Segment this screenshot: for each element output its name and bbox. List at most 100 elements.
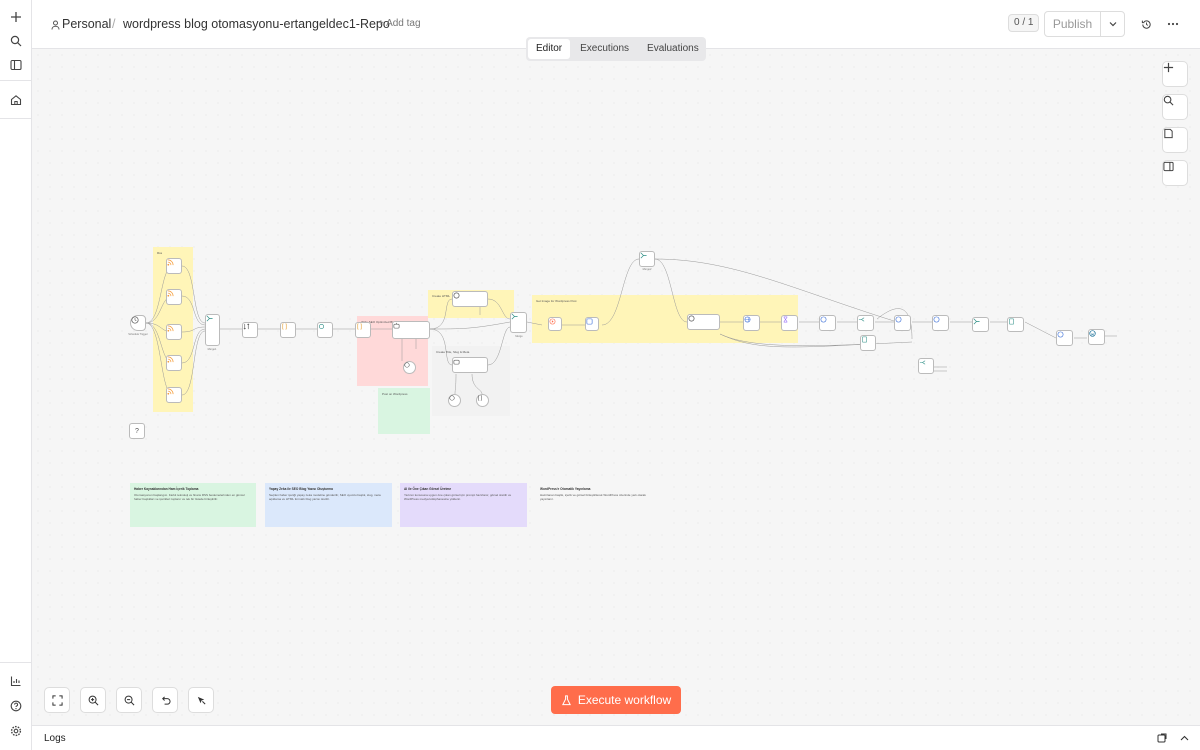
view-tabs: Editor Executions Evaluations bbox=[526, 37, 706, 61]
node-create-title[interactable] bbox=[452, 357, 488, 373]
openai-icon bbox=[688, 315, 695, 322]
node-chat-model[interactable] bbox=[403, 361, 416, 374]
settings-gear-icon[interactable] bbox=[6, 721, 26, 741]
add-icon[interactable] bbox=[6, 7, 26, 27]
note-ai-writing[interactable]: Yapay Zeka ile SEO Blog Yazısı Oluşturma… bbox=[265, 483, 392, 527]
openai-icon bbox=[453, 292, 460, 299]
note-sources-body: Otomasyonun başlangıcı. Farklı teknoloji… bbox=[134, 493, 245, 501]
zoom-out-icon bbox=[124, 695, 134, 705]
node-rss-4[interactable] bbox=[166, 355, 182, 371]
node-build-payload[interactable] bbox=[1007, 317, 1024, 332]
insights-chart-icon[interactable] bbox=[6, 671, 26, 691]
add-node-button[interactable] bbox=[1162, 61, 1188, 87]
node-download-image[interactable] bbox=[894, 315, 911, 331]
globe-icon bbox=[933, 316, 940, 323]
node-sticky-help[interactable]: ? bbox=[129, 423, 145, 439]
panel-icon bbox=[1163, 161, 1174, 172]
tab-editor[interactable]: Editor bbox=[528, 39, 571, 59]
node-schedule-trigger[interactable] bbox=[130, 315, 146, 331]
undo-button[interactable] bbox=[152, 687, 178, 713]
node-create-html[interactable] bbox=[452, 291, 488, 307]
node-output-parser[interactable] bbox=[476, 394, 489, 407]
rss-icon bbox=[167, 388, 174, 395]
node-set-featured-image[interactable] bbox=[1056, 330, 1073, 346]
code-icon bbox=[586, 318, 593, 325]
publish-button[interactable]: Publish bbox=[1045, 12, 1101, 36]
tidy-up-button[interactable] bbox=[188, 687, 214, 713]
publish-dropdown-chevron-icon[interactable] bbox=[1101, 12, 1124, 36]
node-merge-final[interactable] bbox=[972, 317, 989, 332]
node-sort[interactable] bbox=[242, 322, 258, 338]
user-icon bbox=[51, 20, 60, 30]
node-merge1[interactable] bbox=[205, 314, 220, 346]
node-rss-2[interactable] bbox=[166, 289, 182, 305]
node-code-image[interactable] bbox=[585, 317, 599, 331]
globe-icon bbox=[1057, 331, 1064, 338]
node-rss-1[interactable] bbox=[166, 258, 182, 274]
breadcrumb-project[interactable]: Personal bbox=[62, 17, 111, 31]
merge-icon bbox=[973, 318, 980, 325]
zoom-in-button[interactable] bbox=[80, 687, 106, 713]
node-merge[interactable] bbox=[510, 312, 527, 333]
merge-icon bbox=[511, 313, 518, 320]
more-options-icon[interactable] bbox=[1164, 15, 1182, 33]
rss-icon bbox=[167, 290, 174, 297]
fullscreen-icon bbox=[51, 694, 63, 706]
note-image[interactable]: AI ile Öne Çıkan Görsel Üretme Yazının k… bbox=[400, 483, 527, 527]
node-openai-chat-model[interactable] bbox=[448, 394, 461, 407]
history-icon[interactable] bbox=[1137, 15, 1155, 33]
node-image-agent[interactable] bbox=[687, 314, 720, 330]
workflow-canvas[interactable]: Rss Write SEO Optimized Blog Post Create… bbox=[32, 49, 1200, 725]
execute-workflow-button[interactable]: Execute workflow bbox=[551, 686, 681, 714]
node-get-task[interactable] bbox=[819, 315, 836, 331]
node-if-completed[interactable] bbox=[857, 315, 874, 331]
node-format-articles[interactable] bbox=[355, 322, 371, 338]
brackets-icon bbox=[357, 323, 362, 330]
node-upload-image[interactable] bbox=[932, 315, 949, 331]
workflow-name[interactable]: wordpress blog otomasyonu-ertangeldec1-R… bbox=[123, 17, 390, 31]
node-create-image[interactable] bbox=[743, 315, 760, 331]
search-nodes-button[interactable] bbox=[1162, 94, 1188, 120]
node-wait[interactable] bbox=[781, 315, 798, 331]
node-generate-image-prompt[interactable] bbox=[548, 317, 562, 331]
add-sticky-button[interactable] bbox=[1162, 127, 1188, 153]
popout-icon[interactable] bbox=[1155, 731, 1169, 745]
node-limit[interactable] bbox=[280, 322, 296, 338]
node-loop[interactable] bbox=[317, 322, 333, 338]
wordpress-icon bbox=[1089, 330, 1096, 337]
rss-icon bbox=[167, 325, 174, 332]
note-sources[interactable]: Haber Kaynaklarından Ham İçerik Toplama … bbox=[130, 483, 256, 527]
node-if-fallback[interactable] bbox=[918, 358, 934, 374]
note-image-title: AI ile Öne Çıkan Görsel Üretme bbox=[404, 487, 452, 491]
node-extract-data[interactable] bbox=[860, 335, 876, 351]
node-wordpress[interactable] bbox=[1088, 329, 1105, 345]
sidebar-toggle-icon[interactable] bbox=[6, 55, 26, 75]
tab-evaluations[interactable]: Evaluations bbox=[639, 39, 707, 59]
openai-icon bbox=[404, 362, 410, 368]
tab-executions[interactable]: Executions bbox=[572, 39, 637, 59]
left-rail bbox=[0, 0, 32, 750]
hourglass-icon bbox=[783, 316, 788, 323]
note-ai-writing-title: Yapay Zeka ile SEO Blog Yazısı Oluşturma bbox=[269, 487, 333, 491]
note-publish[interactable]: WordPress'e Otomatik Yayınlama Hazırlana… bbox=[536, 483, 663, 527]
home-icon[interactable] bbox=[6, 90, 26, 110]
plus-icon bbox=[1163, 62, 1174, 73]
node-merge2[interactable] bbox=[639, 251, 655, 267]
logs-panel-bar[interactable]: Logs bbox=[32, 725, 1200, 750]
node-copywriter-agent[interactable] bbox=[392, 321, 430, 339]
node-merge-label: Merge bbox=[515, 335, 523, 338]
toggle-panel-button[interactable] bbox=[1162, 160, 1188, 186]
connections-layer bbox=[145, 258, 1117, 396]
help-icon[interactable] bbox=[6, 696, 26, 716]
fit-view-button[interactable] bbox=[44, 687, 70, 713]
zoom-out-button[interactable] bbox=[116, 687, 142, 713]
add-tag-button[interactable]: + Add tag bbox=[378, 18, 421, 29]
chevron-up-icon[interactable] bbox=[1177, 731, 1191, 745]
search-icon bbox=[1163, 95, 1174, 106]
node-rss-5[interactable] bbox=[166, 387, 182, 403]
note-publish-body: Hazırlanan başlık, içerik ve görsel birl… bbox=[540, 493, 646, 501]
robot-icon bbox=[393, 322, 400, 329]
search-icon[interactable] bbox=[6, 31, 26, 51]
node-merge1-label: Merge1 bbox=[207, 348, 217, 351]
node-rss-3[interactable] bbox=[166, 324, 182, 340]
